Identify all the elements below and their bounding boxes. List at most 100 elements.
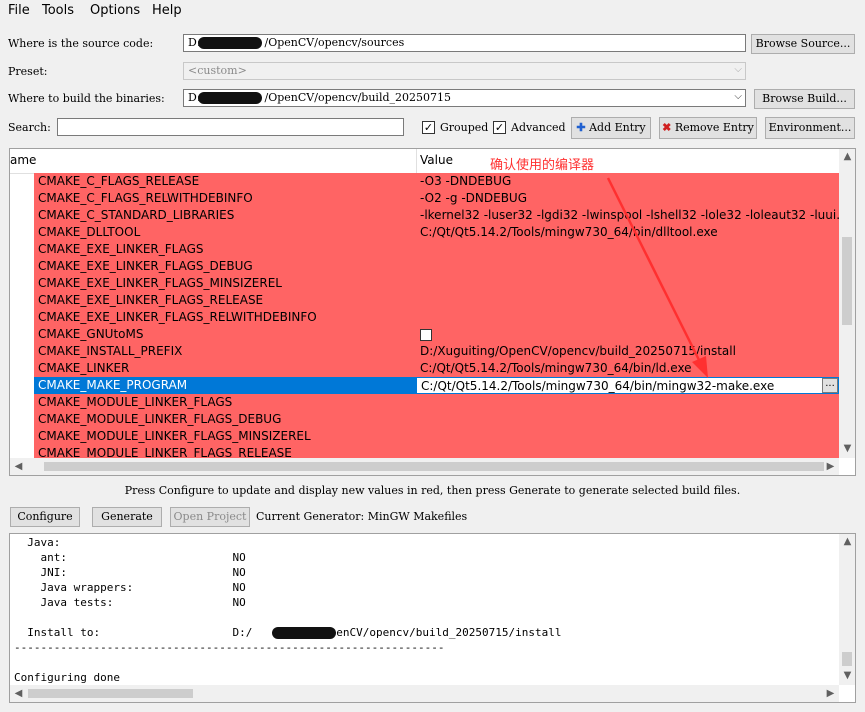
tree-horizontal-scrollbar[interactable]: ◀ ▶ bbox=[10, 458, 839, 475]
row-value-text: -lkernel32 -luser32 -lgdi32 -lwinspool -… bbox=[420, 208, 839, 222]
row-name[interactable]: CMAKE_EXE_LINKER_FLAGS_RELWITHDEBINFO bbox=[34, 309, 416, 326]
table-row[interactable]: CMAKE_EXE_LINKER_FLAGS_RELEASE bbox=[10, 292, 839, 309]
tree-header: ame Value bbox=[10, 149, 839, 174]
scrollbar-thumb[interactable] bbox=[842, 237, 852, 325]
row-value[interactable]: -lkernel32 -luser32 -lgdi32 -lwinspool -… bbox=[416, 207, 839, 224]
output-line-text: Java tests: NO bbox=[14, 596, 246, 609]
value-checkbox[interactable] bbox=[420, 328, 432, 341]
output-line: Java: bbox=[14, 536, 60, 549]
scroll-down-icon[interactable]: ▼ bbox=[839, 443, 855, 454]
menu-help[interactable]: Help bbox=[152, 3, 182, 18]
row-value[interactable]: D:/Xuguiting/OpenCV/opencv/build_2025071… bbox=[416, 343, 839, 360]
column-divider bbox=[416, 149, 417, 173]
table-row[interactable]: CMAKE_C_FLAGS_RELEASE -O3 -DNDEBUG bbox=[10, 173, 839, 190]
preset-combo[interactable]: <custom> ⌵ bbox=[183, 62, 746, 80]
menu-file[interactable]: File bbox=[8, 3, 30, 18]
scrollbar-thumb[interactable] bbox=[44, 462, 824, 471]
row-name[interactable]: CMAKE_MODULE_LINKER_FLAGS_DEBUG bbox=[34, 411, 416, 428]
scroll-up-icon[interactable]: ▲ bbox=[839, 151, 855, 162]
row-name[interactable]: CMAKE_MODULE_LINKER_FLAGS bbox=[34, 394, 416, 411]
menu-tools[interactable]: Tools bbox=[42, 3, 74, 18]
row-value[interactable] bbox=[416, 275, 839, 292]
scrollbar-thumb[interactable] bbox=[842, 652, 852, 666]
search-input[interactable] bbox=[57, 118, 404, 136]
grouped-checkbox[interactable]: ✓ bbox=[422, 121, 435, 134]
row-name[interactable]: CMAKE_MAKE_PROGRAM bbox=[34, 377, 416, 394]
table-row[interactable]: CMAKE_MODULE_LINKER_FLAGS bbox=[10, 394, 839, 411]
advanced-checkbox[interactable]: ✓ bbox=[493, 121, 506, 134]
row-value[interactable] bbox=[416, 428, 839, 445]
scroll-left-icon[interactable]: ◀ bbox=[10, 688, 27, 699]
scroll-up-icon[interactable]: ▲ bbox=[839, 536, 855, 547]
row-name[interactable]: CMAKE_C_FLAGS_RELEASE bbox=[34, 173, 416, 190]
build-path-combo[interactable]: D:/OpenCV/opencv/build_20250715 ⌵ bbox=[183, 89, 746, 107]
scroll-left-icon[interactable]: ◀ bbox=[10, 461, 27, 472]
row-value[interactable]: -O2 -g -DNDEBUG bbox=[416, 190, 839, 207]
remove-entry-button[interactable]: ✖ Remove Entry bbox=[659, 117, 757, 139]
row-name[interactable]: CMAKE_EXE_LINKER_FLAGS_RELEASE bbox=[34, 292, 416, 309]
table-row[interactable]: CMAKE_MAKE_PROGRAM C:/Qt/Qt5.14.2/Tools/m… bbox=[10, 377, 839, 394]
current-generator-label: Current Generator: MinGW Makefiles bbox=[256, 510, 468, 523]
build-label: Where to build the binaries: bbox=[8, 92, 165, 105]
table-row[interactable]: CMAKE_LINKER C:/Qt/Qt5.14.2/Tools/mingw73… bbox=[10, 360, 839, 377]
output-line-text: Java wrappers: NO bbox=[14, 581, 246, 594]
row-value[interactable]: C:/Qt/Qt5.14.2/Tools/mingw730_64/bin/dll… bbox=[416, 224, 839, 241]
menu-options[interactable]: Options bbox=[90, 3, 140, 18]
row-value[interactable]: C:/Qt/Qt5.14.2/Tools/mingw730_64/bin/ld.… bbox=[416, 360, 839, 377]
row-value[interactable]: C:/Qt/Qt5.14.2/Tools/mingw730_64/bin/min… bbox=[416, 377, 839, 394]
table-row[interactable]: CMAKE_DLLTOOL C:/Qt/Qt5.14.2/Tools/mingw7… bbox=[10, 224, 839, 241]
scroll-right-icon[interactable]: ▶ bbox=[822, 688, 839, 699]
browse-build-button[interactable]: Browse Build... bbox=[754, 89, 855, 109]
row-value[interactable] bbox=[416, 309, 839, 326]
row-value[interactable] bbox=[416, 258, 839, 275]
scrollbar-thumb[interactable] bbox=[28, 689, 193, 698]
row-name[interactable]: CMAKE_EXE_LINKER_FLAGS_DEBUG bbox=[34, 258, 416, 275]
row-name[interactable]: CMAKE_LINKER bbox=[34, 360, 416, 377]
table-row[interactable]: CMAKE_GNUtoMS bbox=[10, 326, 839, 343]
row-name[interactable]: CMAKE_C_STANDARD_LIBRARIES bbox=[34, 207, 416, 224]
row-name[interactable]: CMAKE_EXE_LINKER_FLAGS bbox=[34, 241, 416, 258]
chevron-down-icon[interactable]: ⌵ bbox=[734, 91, 742, 102]
table-row[interactable]: CMAKE_C_FLAGS_RELWITHDEBINFO -O2 -g -DNDE… bbox=[10, 190, 839, 207]
row-value[interactable] bbox=[416, 394, 839, 411]
scroll-right-icon[interactable]: ▶ bbox=[822, 461, 839, 472]
row-name[interactable]: CMAKE_DLLTOOL bbox=[34, 224, 416, 241]
scroll-down-icon[interactable]: ▼ bbox=[839, 670, 855, 681]
row-name[interactable]: CMAKE_INSTALL_PREFIX bbox=[34, 343, 416, 360]
browse-source-button[interactable]: Browse Source... bbox=[751, 34, 855, 54]
browse-value-button[interactable]: ... bbox=[822, 378, 838, 393]
table-row[interactable]: CMAKE_INSTALL_PREFIX D:/Xuguiting/OpenCV/… bbox=[10, 343, 839, 360]
row-name[interactable]: CMAKE_GNUtoMS bbox=[34, 326, 416, 343]
column-name-header[interactable]: ame bbox=[10, 153, 36, 167]
table-row[interactable]: CMAKE_MODULE_LINKER_FLAGS_MINSIZEREL bbox=[10, 428, 839, 445]
column-value-header[interactable]: Value bbox=[420, 153, 453, 167]
output-log[interactable]: Java: ant: NO JNI: NO Java wrappers: NO … bbox=[9, 533, 856, 703]
row-value[interactable]: -O3 -DNDEBUG bbox=[416, 173, 839, 190]
environment-button[interactable]: Environment... bbox=[765, 117, 855, 139]
tree-vertical-scrollbar[interactable]: ▲ ▼ bbox=[839, 149, 855, 458]
source-path-input[interactable]: D:/OpenCV/opencv/sources bbox=[183, 34, 746, 52]
configure-button[interactable]: Configure bbox=[10, 507, 80, 527]
row-name[interactable]: CMAKE_MODULE_LINKER_FLAGS_MINSIZEREL bbox=[34, 428, 416, 445]
row-value[interactable] bbox=[416, 411, 839, 428]
row-name[interactable]: CMAKE_EXE_LINKER_FLAGS_MINSIZEREL bbox=[34, 275, 416, 292]
chevron-down-icon: ⌵ bbox=[734, 64, 742, 75]
open-project-button[interactable]: Open Project bbox=[170, 507, 250, 527]
tree-rows: CMAKE_C_FLAGS_RELEASE -O3 -DNDEBUG CMAKE_C… bbox=[10, 173, 839, 462]
table-row[interactable]: CMAKE_EXE_LINKER_FLAGS_MINSIZEREL bbox=[10, 275, 839, 292]
table-row[interactable]: CMAKE_EXE_LINKER_FLAGS_RELWITHDEBINFO bbox=[10, 309, 839, 326]
table-row[interactable]: CMAKE_EXE_LINKER_FLAGS bbox=[10, 241, 839, 258]
generate-button[interactable]: Generate bbox=[92, 507, 162, 527]
row-value[interactable] bbox=[416, 326, 839, 343]
output-vertical-scrollbar[interactable]: ▲ ▼ bbox=[839, 534, 855, 685]
output-line-text: Install to: D:/ bbox=[14, 626, 253, 639]
row-name[interactable]: CMAKE_C_FLAGS_RELWITHDEBINFO bbox=[34, 190, 416, 207]
row-value[interactable] bbox=[416, 241, 839, 258]
cache-tree[interactable]: ame Value CMAKE_C_FLAGS_RELEASE -O3 -DNDE… bbox=[9, 148, 856, 476]
add-entry-button[interactable]: ✚ Add Entry bbox=[571, 117, 651, 139]
table-row[interactable]: CMAKE_EXE_LINKER_FLAGS_DEBUG bbox=[10, 258, 839, 275]
table-row[interactable]: CMAKE_MODULE_LINKER_FLAGS_DEBUG bbox=[10, 411, 839, 428]
output-horizontal-scrollbar[interactable]: ◀ ▶ bbox=[10, 685, 839, 702]
table-row[interactable]: CMAKE_C_STANDARD_LIBRARIES -lkernel32 -lu… bbox=[10, 207, 839, 224]
row-value[interactable] bbox=[416, 292, 839, 309]
